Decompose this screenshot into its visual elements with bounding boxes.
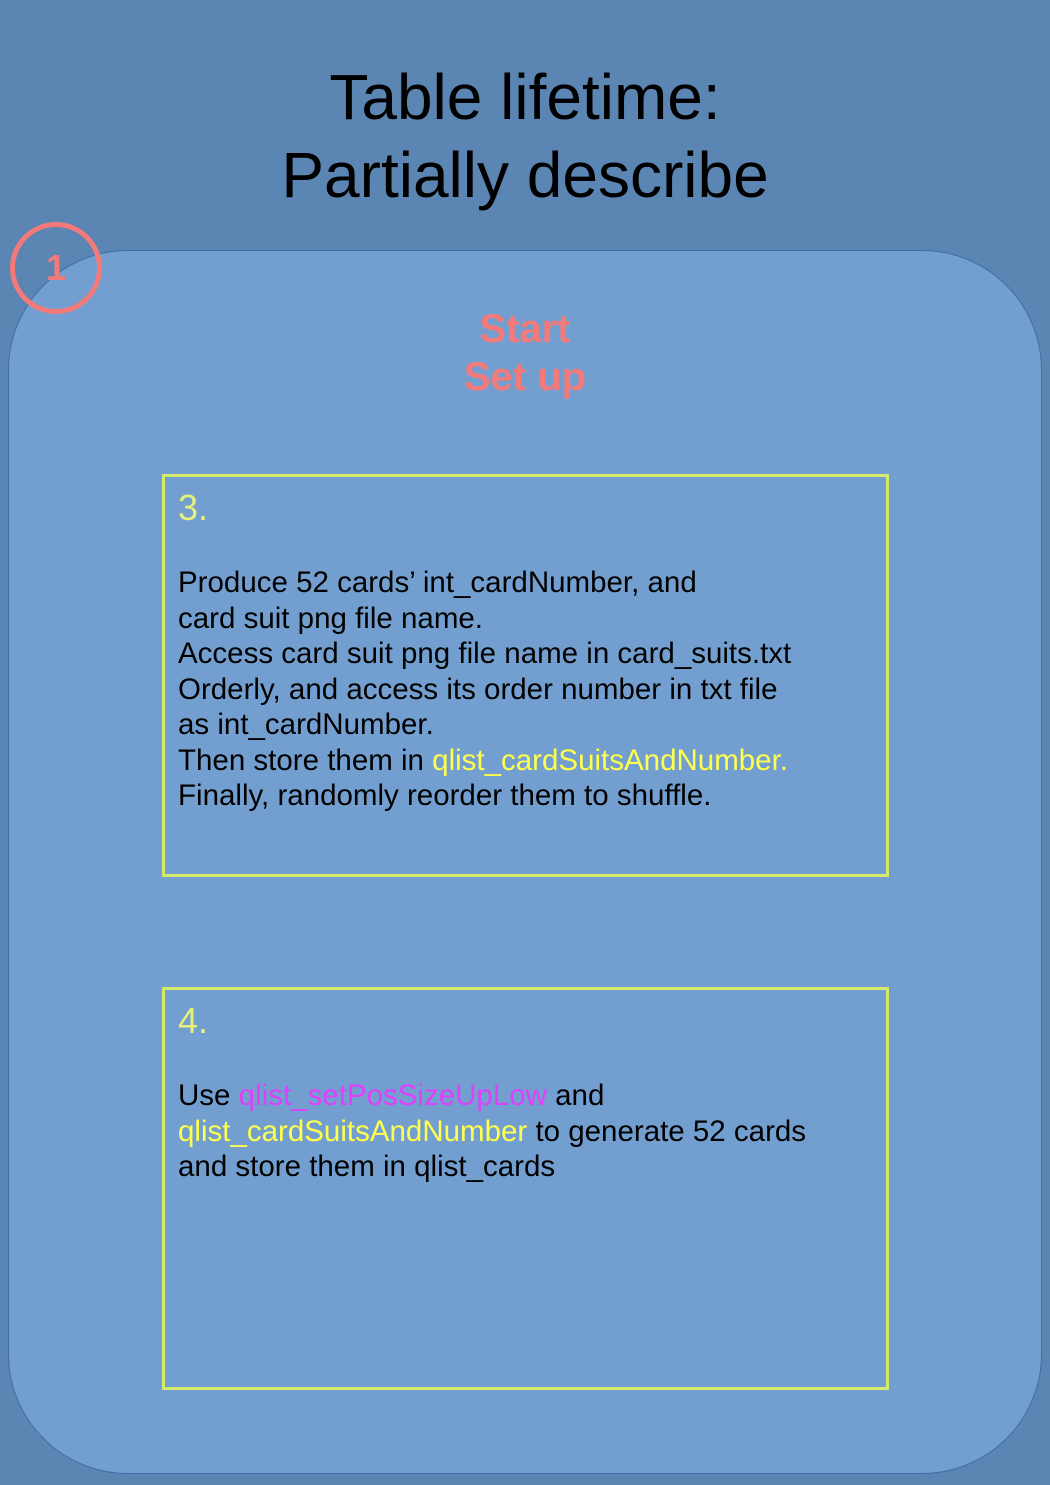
step-box-3-number: 3.	[178, 487, 209, 528]
qlist-set-pos-size-highlight: qlist_setPosSizeUpLow	[238, 1079, 547, 1112]
phase-line-1: Start	[479, 307, 571, 351]
step-box-3-line-2: card suit png file name.	[178, 601, 483, 635]
phase-heading: Start Set up	[0, 305, 1050, 401]
step-box-4-text: Use qlist_setPosSizeUpLow and qlist_card…	[178, 1078, 874, 1185]
step-box-4-line-2-suffix: to generate 52 cards	[527, 1114, 807, 1148]
step-box-4-line-1: Use qlist_setPosSizeUpLow and	[178, 1078, 874, 1114]
step-box-3-line-6-prefix: Then store them in	[178, 743, 433, 777]
page-title: Table lifetime: Partially describe	[0, 58, 1050, 214]
step-box-4-line-1-prefix: Use	[178, 1079, 239, 1112]
step-box-3-line-6: Then store them in qlist_cardSuitsAndNum…	[178, 743, 874, 779]
step-box-4-line-1-suffix: and	[546, 1079, 605, 1112]
title-line-1: Table lifetime:	[329, 61, 721, 133]
step-number-circle: 1	[10, 222, 102, 314]
qlist-card-suits-highlight: qlist_cardSuitsAndNumber.	[432, 743, 788, 777]
step-box-4-line-2: qlist_cardSuitsAndNumber to generate 52 …	[178, 1114, 874, 1150]
step-box-3: 3. Produce 52 cards’ int_cardNumber, and…	[162, 474, 889, 877]
step-box-4: 4. Use qlist_setPosSizeUpLow and qlist_c…	[162, 987, 889, 1390]
title-line-2: Partially describe	[281, 139, 769, 211]
step-box-3-line-4: Orderly, and access its order number in …	[178, 672, 778, 706]
step-box-3-line-1: Produce 52 cards’ int_cardNumber, and	[178, 566, 697, 599]
step-number-label: 1	[45, 247, 67, 288]
step-box-4-number: 4.	[178, 1000, 209, 1041]
qlist-card-suits-highlight-2: qlist_cardSuitsAndNumber	[178, 1114, 528, 1148]
step-box-3-line-3: Access card suit png file name in card_s…	[178, 637, 792, 670]
step-box-3-text: Produce 52 cards’ int_cardNumber, and ca…	[178, 565, 874, 814]
step-box-4-line-3: and store them in qlist_cards	[178, 1150, 556, 1183]
step-box-3-line-7: Finally, randomly reorder them to shuffl…	[178, 779, 712, 812]
step-box-3-line-5: as int_cardNumber.	[178, 708, 434, 741]
phase-line-2: Set up	[463, 355, 587, 399]
